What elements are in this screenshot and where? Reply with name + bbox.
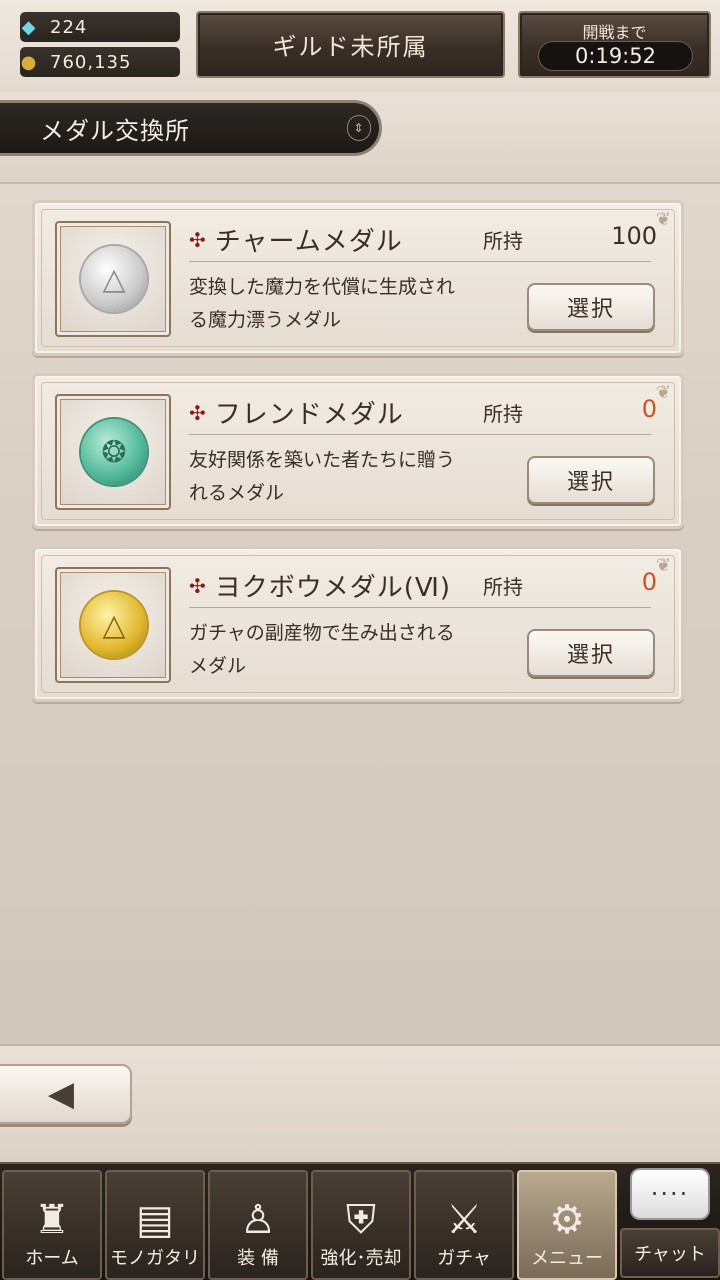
ornament-icon: ❦ <box>655 382 671 403</box>
gears-icon: ⚙ <box>549 1197 585 1243</box>
nav-gacha[interactable]: ⚔ ガチャ <box>414 1170 514 1280</box>
desire-medal-icon: △ <box>81 592 147 658</box>
battle-countdown[interactable]: 開戦まで 0:19:52 <box>518 11 711 78</box>
battle-timer: 0:19:52 <box>538 41 693 71</box>
charm-medal-icon: △ <box>81 246 147 312</box>
medal-description-line: れるメダル <box>189 482 285 504</box>
owned-label: 所持 <box>483 402 523 426</box>
book-icon: ▤ <box>136 1197 174 1243</box>
nav-home[interactable]: ♜ ホーム <box>2 1170 102 1280</box>
nav-equip[interactable]: ♙ 装 備 <box>208 1170 308 1280</box>
medal-image-frame: △ <box>55 567 171 683</box>
helmet-icon: ⛨ <box>346 1197 376 1243</box>
medal-description: 友好関係を築いた者たちに贈う れるメダル <box>189 444 519 510</box>
medal-description-line: 変換した魔力を代償に生成され <box>189 276 456 298</box>
medal-description-line: る魔力漂うメダル <box>189 309 342 331</box>
medal-description: 変換した魔力を代償に生成され る魔力漂うメダル <box>189 271 519 337</box>
medal-image-frame: △ <box>55 221 171 337</box>
nav-label: 強化･売却 <box>320 1248 402 1269</box>
cross-icon: ✣ <box>189 573 207 598</box>
nav-story[interactable]: ▤ モノガタリ <box>105 1170 205 1280</box>
select-button[interactable]: 選択 <box>527 629 655 677</box>
sort-toggle-icon[interactable]: ⇕ <box>347 115 371 141</box>
top-status-bar: ◆ 224 ● 760,135 ギルド未所属 開戦まで 0:19:52 <box>0 0 720 92</box>
select-button[interactable]: 選択 <box>527 283 655 331</box>
medal-exchange-screen: ◆ 224 ● 760,135 ギルド未所属 開戦まで 0:19:52 メダル交… <box>0 0 720 1280</box>
gem-counter: ◆ 224 <box>20 12 180 42</box>
guild-button[interactable]: ギルド未所属 <box>196 11 505 78</box>
medal-description-line: メダル <box>189 655 247 677</box>
swords-icon: ⚔ <box>446 1197 482 1243</box>
chat-label: チャット <box>620 1228 720 1278</box>
medal-card: ❦ △ ✣ チャームメダル 所持 100 変換した魔力を代償に生成され る魔力漂… <box>32 200 684 356</box>
gold-counter: ● 760,135 <box>20 47 180 77</box>
owned-label: 所持 <box>483 575 523 599</box>
medal-name: ✣ フレンドメダル <box>189 394 404 431</box>
bottom-nav: ♜ ホーム ▤ モノガタリ ♙ 装 備 ⛨ 強化･売却 ⚔ ガチャ ⚙ メニュー… <box>0 1162 720 1280</box>
back-button[interactable]: ◀ <box>0 1064 132 1124</box>
divider <box>189 261 651 262</box>
ornament-icon: ❦ <box>655 555 671 576</box>
section-title[interactable]: メダル交換所 ⇕ <box>0 100 382 156</box>
ornament-icon: ❦ <box>655 209 671 230</box>
medal-card: ❦ ❂ ✣ フレンドメダル 所持 0 友好関係を築いた者たちに贈う れるメダル … <box>32 373 684 529</box>
medal-name: ✣ チャームメダル <box>189 221 403 258</box>
cross-icon: ✣ <box>189 227 207 252</box>
nav-label: メニュー <box>531 1248 603 1269</box>
nav-label: ホーム <box>25 1248 79 1269</box>
medal-name-text: フレンドメダル <box>214 400 404 430</box>
back-arrow-icon: ◀ <box>47 1074 75 1114</box>
medal-image-frame: ❂ <box>55 394 171 510</box>
owned-count: 0 <box>641 568 657 596</box>
nav-enhance-sell[interactable]: ⛨ 強化･売却 <box>311 1170 411 1280</box>
back-bar: ◀ <box>0 1044 720 1162</box>
nav-label: モノガタリ <box>110 1248 200 1269</box>
medal-description: ガチャの副産物で生み出される メダル <box>189 617 519 683</box>
medal-description-line: 友好関係を築いた者たちに贈う <box>189 449 456 471</box>
medal-name-text: ヨクボウメダル(Ⅵ) <box>214 573 452 603</box>
owned-count: 0 <box>641 395 657 423</box>
battle-countdown-label: 開戦まで <box>582 23 647 42</box>
friend-medal-icon: ❂ <box>81 419 147 485</box>
medal-name-text: チャームメダル <box>214 227 403 257</box>
select-button[interactable]: 選択 <box>527 456 655 504</box>
owned-label: 所持 <box>483 229 523 253</box>
nav-menu[interactable]: ⚙ メニュー <box>517 1170 617 1280</box>
chat-bubble-icon: ···· <box>630 1168 710 1220</box>
gem-icon: ◆ <box>21 16 37 38</box>
gem-count: 224 <box>50 16 88 38</box>
divider <box>189 607 651 608</box>
section-header: メダル交換所 ⇕ <box>0 92 720 184</box>
medal-name: ✣ ヨクボウメダル(Ⅵ) <box>189 567 451 604</box>
castle-icon: ♜ <box>34 1197 70 1243</box>
gold-count: 760,135 <box>50 51 132 73</box>
coin-icon: ● <box>20 51 38 73</box>
divider <box>189 434 651 435</box>
medal-card: ❦ △ ✣ ヨクボウメダル(Ⅵ) 所持 0 ガチャの副産物で生み出される メダル… <box>32 546 684 702</box>
owned-count: 100 <box>611 222 657 250</box>
medal-description-line: ガチャの副産物で生み出される <box>189 622 455 644</box>
section-title-text: メダル交換所 <box>40 116 190 145</box>
nav-label: ガチャ <box>437 1248 491 1269</box>
puppet-icon: ♙ <box>240 1197 276 1243</box>
cross-icon: ✣ <box>189 400 207 425</box>
nav-label: 装 備 <box>237 1248 279 1269</box>
chat-button[interactable]: ···· チャット <box>620 1164 720 1280</box>
